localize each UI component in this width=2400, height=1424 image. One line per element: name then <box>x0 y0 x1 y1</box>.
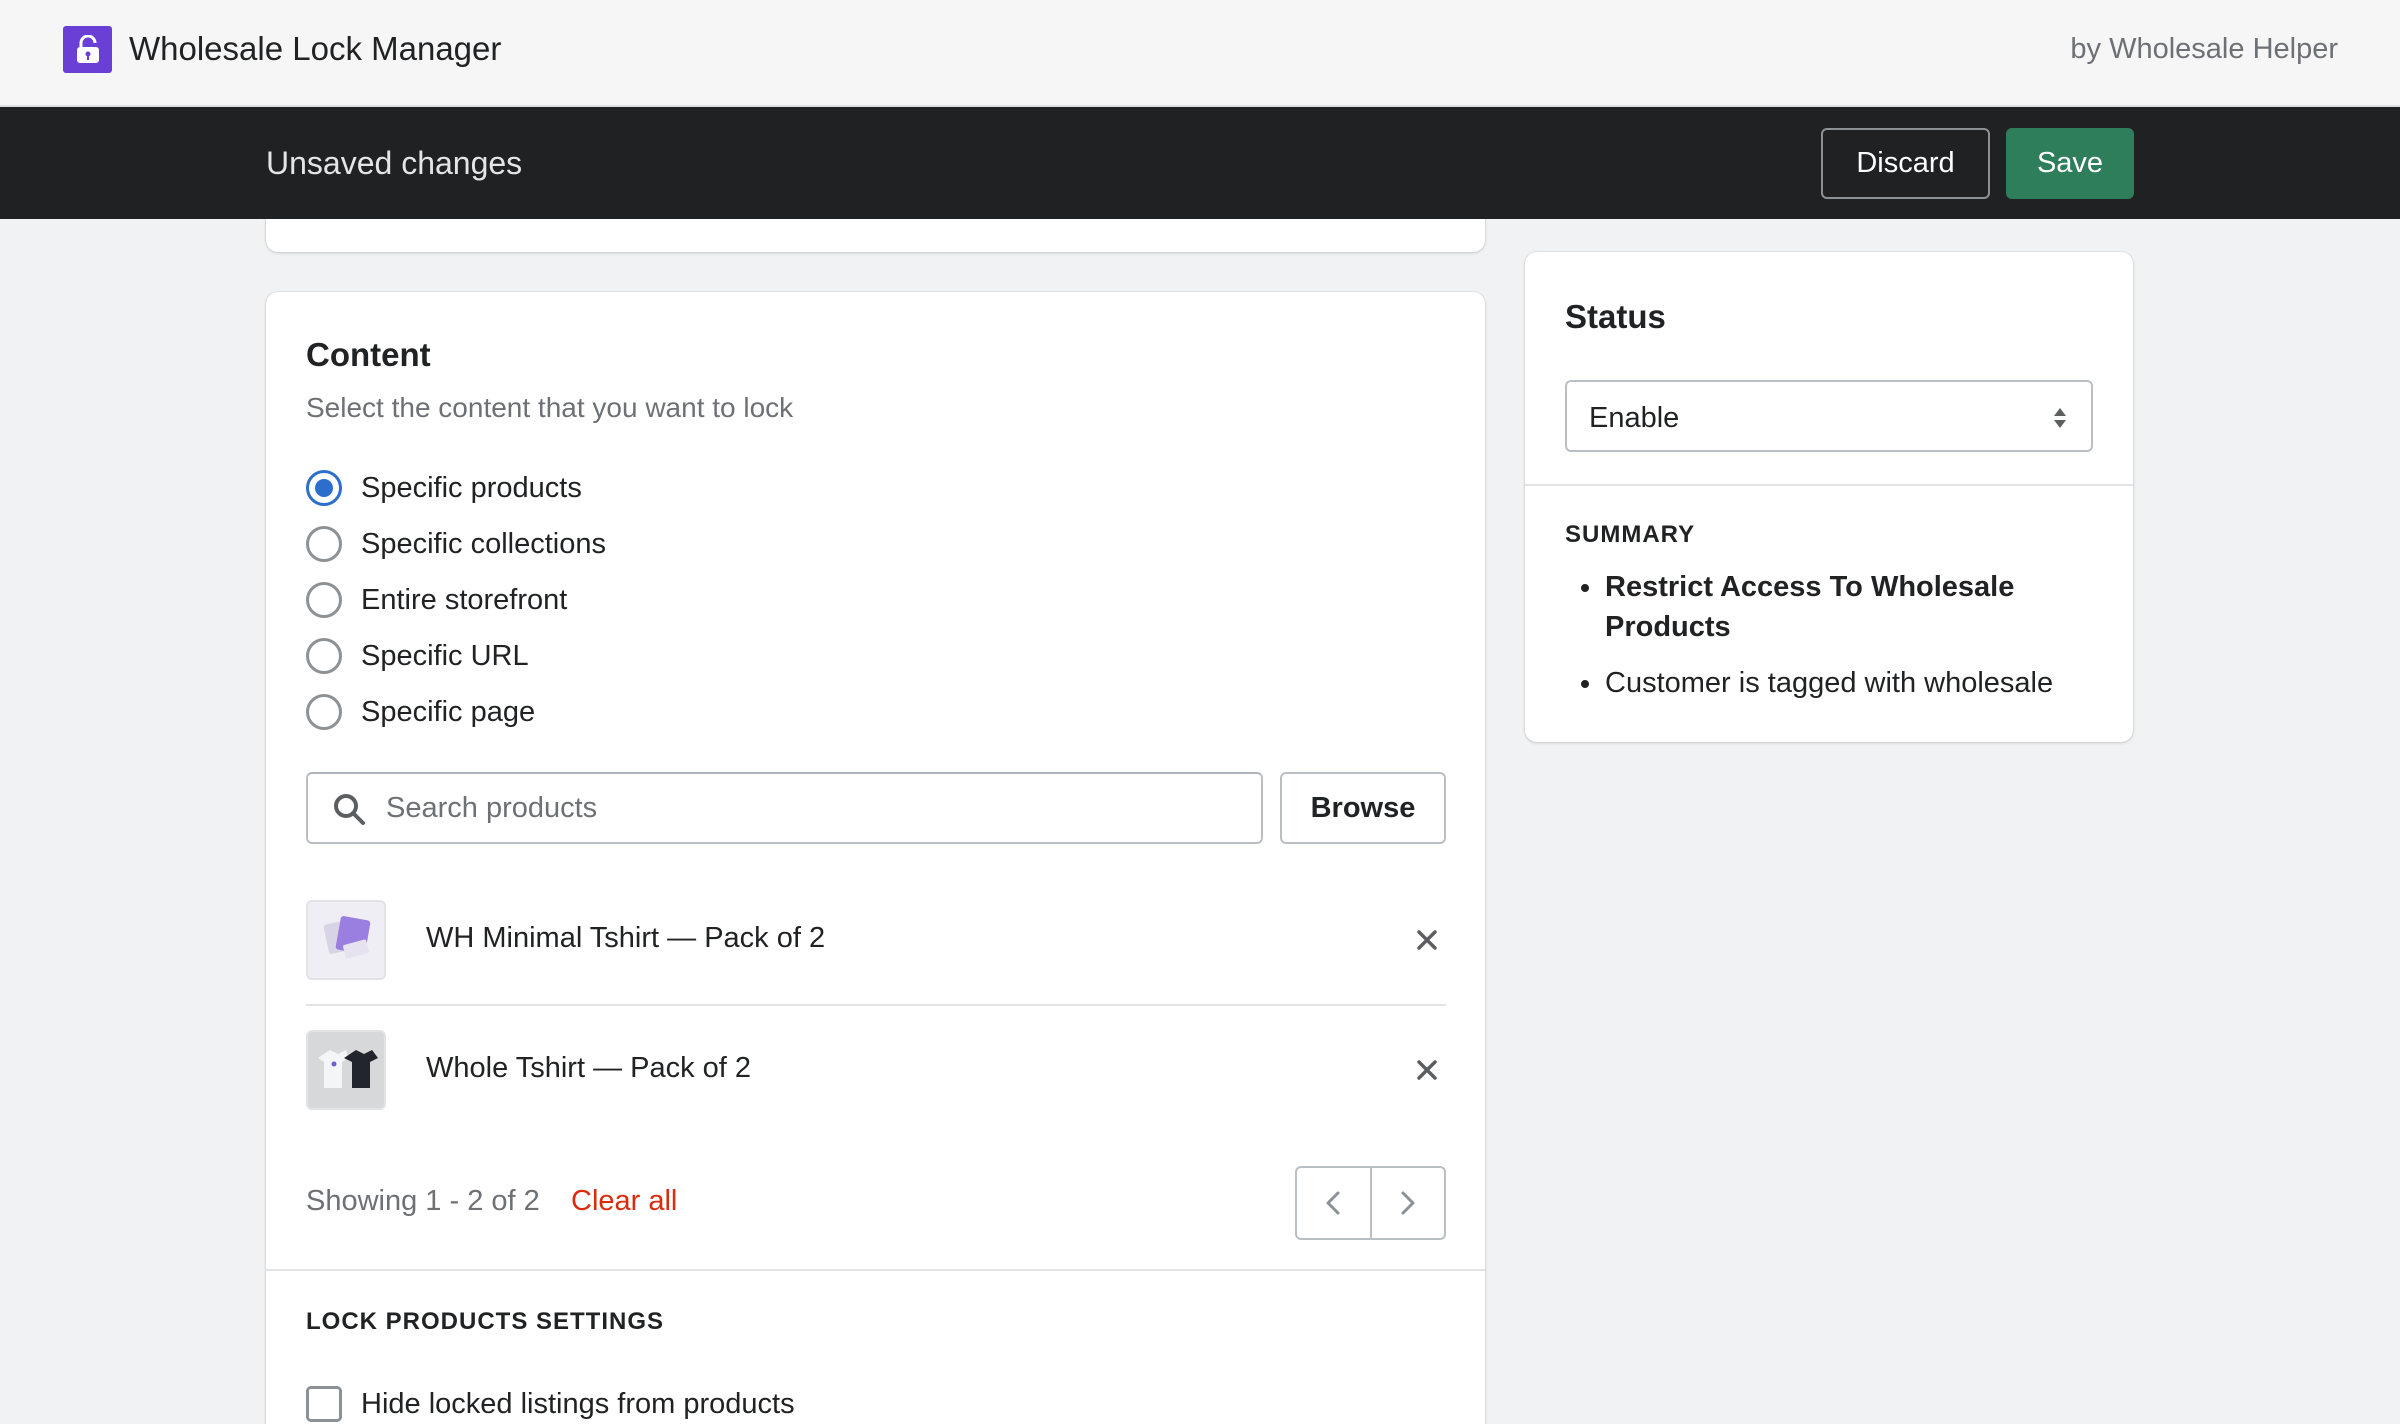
search-products-field[interactable] <box>306 772 1263 844</box>
pagination-summary: Showing 1 - 2 of 2 <box>306 1185 540 1217</box>
summary-list: Restrict Access To Wholesale Products Cu… <box>1565 567 2105 719</box>
radio-label: Specific page <box>361 695 536 728</box>
remove-product-button[interactable] <box>1409 922 1445 958</box>
radio-specific-page[interactable]: Specific page <box>306 692 535 732</box>
checkbox[interactable] <box>306 1386 342 1422</box>
previous-page-button[interactable] <box>1297 1168 1370 1238</box>
app-title: Wholesale Lock Manager <box>129 30 502 67</box>
content-heading: Content <box>306 336 431 373</box>
contextual-save-bar: Unsaved changes Discard Save <box>0 107 2400 219</box>
search-input[interactable] <box>386 784 1246 832</box>
radio-button[interactable] <box>306 694 342 730</box>
clear-all-link[interactable]: Clear all <box>571 1185 677 1218</box>
radio-entire-storefront[interactable]: Entire storefront <box>306 580 567 620</box>
hide-locked-listings-option[interactable]: Hide locked listings from products <box>306 1386 795 1422</box>
save-button[interactable]: Save <box>2006 128 2134 199</box>
next-page-button[interactable] <box>1369 1168 1445 1238</box>
product-thumbnail <box>306 1030 386 1110</box>
status-heading: Status <box>1565 298 1666 335</box>
content-subheading: Select the content that you want to lock <box>306 392 794 423</box>
checkbox-label: Hide locked listings from products <box>361 1387 795 1420</box>
close-icon <box>1417 1060 1437 1080</box>
chevron-right-icon <box>1401 1191 1415 1215</box>
product-row: Whole Tshirt — Pack of 2 <box>306 1030 1446 1160</box>
discard-button[interactable]: Discard <box>1821 128 1990 199</box>
app-vendor: by Wholesale Helper <box>2070 33 2338 65</box>
radio-label: Entire storefront <box>361 583 568 616</box>
product-row: WH Minimal Tshirt — Pack of 2 <box>306 900 1446 1030</box>
app-header: Wholesale Lock Manager by Wholesale Help… <box>0 0 2400 107</box>
radio-specific-products[interactable]: Specific products <box>306 468 582 508</box>
status-select-value: Enable <box>1589 402 1680 434</box>
radio-label: Specific products <box>361 471 582 504</box>
radio-label: Specific collections <box>361 527 606 560</box>
remove-product-button[interactable] <box>1409 1052 1445 1088</box>
radio-button[interactable] <box>306 526 342 562</box>
radio-specific-collections[interactable]: Specific collections <box>306 524 606 564</box>
chevron-left-icon <box>1326 1191 1340 1215</box>
summary-item: Customer is tagged with wholesale <box>1565 663 2105 703</box>
radio-button[interactable] <box>306 582 342 618</box>
product-name: WH Minimal Tshirt — Pack of 2 <box>426 922 826 954</box>
unsaved-changes-title: Unsaved changes <box>266 145 523 181</box>
summary-heading: SUMMARY <box>1565 521 1696 548</box>
radio-button[interactable] <box>306 638 342 674</box>
summary-item: Restrict Access To Wholesale Products <box>1565 567 2105 647</box>
content-card: Content Select the content that you want… <box>266 292 1485 1424</box>
lock-icon <box>63 26 112 73</box>
radio-label: Specific URL <box>361 639 529 672</box>
close-icon <box>1417 930 1437 950</box>
select-arrows-icon <box>2054 408 2066 428</box>
status-card: Status Enable SUMMARY Restrict Access To… <box>1525 252 2133 742</box>
radio-specific-url[interactable]: Specific URL <box>306 636 529 676</box>
product-thumbnail <box>306 900 386 980</box>
product-name: Whole Tshirt — Pack of 2 <box>426 1052 752 1084</box>
status-select[interactable]: Enable <box>1565 380 2093 452</box>
browse-button[interactable]: Browse <box>1280 772 1446 844</box>
section-divider <box>266 1269 1485 1271</box>
divider <box>306 1004 1446 1006</box>
lock-products-settings-heading: LOCK PRODUCTS SETTINGS <box>306 1308 665 1335</box>
search-icon <box>334 794 365 825</box>
radio-button[interactable] <box>306 470 342 506</box>
pagination <box>1295 1166 1446 1240</box>
section-divider <box>1525 484 2133 486</box>
